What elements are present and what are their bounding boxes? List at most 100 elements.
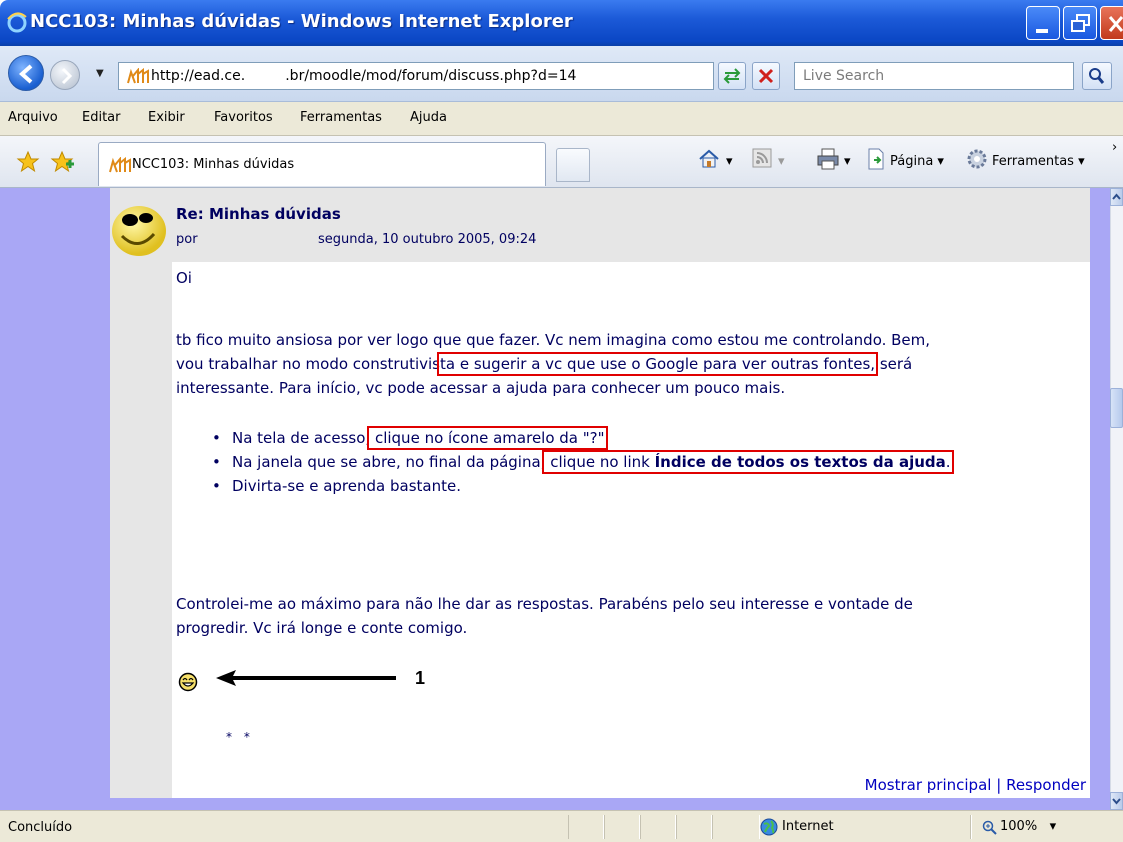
menu-bar: Arquivo Editar Exibir Favoritos Ferramen…: [0, 102, 1123, 136]
help-steps-list: Na tela de acesso, clique no ícone amare…: [212, 426, 954, 498]
status-cell: [676, 815, 712, 839]
list-item-2-end: .: [945, 453, 951, 471]
page-icon[interactable]: [866, 148, 886, 170]
page-content: Re: Minhas dúvidas por segunda, 10 outub…: [0, 188, 1110, 810]
minimize-button[interactable]: [1026, 6, 1060, 40]
list-item: Na tela de acesso, clique no ícone amare…: [212, 426, 951, 450]
back-icon: [18, 64, 33, 84]
tools-gear-icon[interactable]: [966, 148, 988, 170]
zoom-icon: [982, 820, 997, 835]
refresh-icon: [723, 68, 741, 84]
menu-tools[interactable]: Ferramentas: [300, 110, 382, 125]
close-button[interactable]: [1100, 6, 1123, 40]
list-item-2-link-text: clique no link: [545, 453, 655, 471]
status-cell: [604, 815, 640, 839]
stop-button[interactable]: [752, 62, 780, 90]
paragraph-1-line-2-start: vou trabalhar no modo construtivis: [176, 355, 441, 373]
paragraph-2-line-2: progredir. Vc irá longe e conte comigo.: [176, 619, 468, 637]
paragraph-1-line-2: vou trabalhar no modo construtivista e s…: [176, 352, 930, 376]
feeds-icon[interactable]: [752, 148, 772, 168]
back-button[interactable]: [8, 55, 44, 91]
post-paragraph-2: Controlei-me ao máximo para não lhe dar …: [176, 592, 913, 640]
zoom-level[interactable]: 100% ▾: [1000, 819, 1056, 834]
forward-icon: [61, 67, 73, 85]
page-menu-label: Página: [890, 154, 934, 169]
print-icon[interactable]: [816, 148, 840, 170]
search-input[interactable]: Live Search: [794, 62, 1074, 90]
status-cell: [712, 815, 760, 839]
highlight-google-suggestion: ta e sugerir a vc que use o Google para …: [437, 352, 879, 376]
paragraph-1-line-3: interessante. Para início, vc pode acess…: [176, 379, 786, 397]
vertical-scrollbar[interactable]: [1110, 188, 1123, 810]
globe-icon: [760, 818, 778, 836]
restore-icon: [1071, 14, 1090, 32]
title-bar: NCC103: Minhas dúvidas - Windows Interne…: [0, 0, 1123, 46]
favorites-star-icon[interactable]: [16, 150, 40, 174]
address-field[interactable]: http://ead.ce. .br/moodle/mod/forum/disc…: [118, 62, 831, 90]
status-cell: [568, 815, 604, 839]
zoom-value: 100%: [1000, 819, 1038, 834]
menu-help[interactable]: Ajuda: [410, 110, 447, 125]
tools-menu[interactable]: Ferramentas ▾: [992, 154, 1085, 169]
feeds-dropdown[interactable]: ▾: [778, 154, 785, 169]
status-cell: [640, 815, 676, 839]
smiley-icon: [178, 672, 198, 692]
url-text: http://ead.ce. .br/moodle/mod/forum/disc…: [151, 68, 577, 84]
chevron-down-icon: [1112, 798, 1121, 805]
search-placeholder: Live Search: [803, 68, 885, 84]
post-date: segunda, 10 outubro 2005, 09:24: [318, 232, 537, 247]
post-links: Mostrar principal | Responder: [865, 776, 1086, 794]
tab-label: NCC103: Minhas dúvidas: [132, 157, 295, 172]
home-dropdown[interactable]: ▾: [726, 154, 733, 169]
post-header: Re: Minhas dúvidas por segunda, 10 outub…: [172, 188, 1090, 262]
link-separator: |: [996, 776, 1002, 794]
avatar-smiley-icon: [112, 206, 166, 256]
scroll-down-button[interactable]: [1110, 792, 1123, 810]
search-icon: [1089, 68, 1105, 84]
status-bar: Concluído Internet 100% ▾: [0, 810, 1123, 842]
annotation-number: 1: [415, 668, 426, 688]
help-index-link-text[interactable]: Índice de todos os textos da ajuda: [655, 453, 946, 471]
list-item: Divirta-se e aprenda bastante.: [212, 474, 951, 498]
new-tab-button[interactable]: [556, 148, 590, 182]
chevron-up-icon: [1112, 193, 1121, 200]
moodle-icon: [109, 157, 131, 173]
history-dropdown-icon[interactable]: ▼: [96, 68, 104, 79]
home-icon[interactable]: [698, 148, 720, 170]
avatar-column: [110, 188, 172, 798]
post-paragraph-1: tb fico muito ansiosa por ver logo que q…: [176, 328, 930, 400]
print-dropdown[interactable]: ▾: [844, 154, 851, 169]
window-title: NCC103: Minhas dúvidas - Windows Interne…: [30, 11, 573, 32]
scroll-up-button[interactable]: [1110, 188, 1123, 206]
paragraph-2-line-1: Controlei-me ao máximo para não lhe dar …: [176, 595, 913, 613]
arrow-icon: [216, 670, 396, 686]
status-text: Concluído: [8, 820, 73, 835]
paragraph-1-line-1: tb fico muito ansiosa por ver logo que q…: [176, 331, 931, 349]
search-button[interactable]: [1082, 62, 1112, 90]
more-commands-icon[interactable]: ›: [1112, 140, 1117, 155]
menu-edit[interactable]: Editar: [82, 110, 121, 125]
menu-favorites[interactable]: Favoritos: [214, 110, 273, 125]
paragraph-1-line-2-end: será: [875, 355, 913, 373]
reply-link[interactable]: Responder: [1006, 776, 1086, 794]
list-item: Na janela que se abre, no final da págin…: [212, 450, 954, 474]
scroll-thumb[interactable]: [1110, 388, 1123, 428]
post-author-label: por: [176, 232, 198, 247]
minimize-icon: [1036, 29, 1048, 33]
security-zone: Internet: [782, 819, 834, 834]
add-favorite-icon[interactable]: [50, 150, 74, 174]
maximize-button[interactable]: [1063, 6, 1097, 40]
page-menu[interactable]: Página ▾: [890, 154, 944, 169]
ie-logo-icon: [7, 12, 27, 33]
address-toolbar: ▼ http://ead.ce. .br/moodle/mod/forum/di…: [0, 46, 1123, 102]
menu-file[interactable]: Arquivo: [8, 110, 58, 125]
list-item-1-start: Na tela de acesso,: [232, 429, 371, 447]
list-item-2-start: Na janela que se abre, no final da págin…: [232, 453, 546, 471]
menu-view[interactable]: Exibir: [148, 110, 185, 125]
tab-active[interactable]: NCC103: Minhas dúvidas: [98, 142, 546, 186]
show-parent-link[interactable]: Mostrar principal: [865, 776, 992, 794]
tab-bar: NCC103: Minhas dúvidas ▾ ▾ ▾ Página ▾ Fe…: [0, 136, 1123, 188]
refresh-button[interactable]: [718, 62, 746, 90]
forward-button[interactable]: [50, 60, 80, 90]
post-greeting: Oi: [176, 269, 192, 287]
